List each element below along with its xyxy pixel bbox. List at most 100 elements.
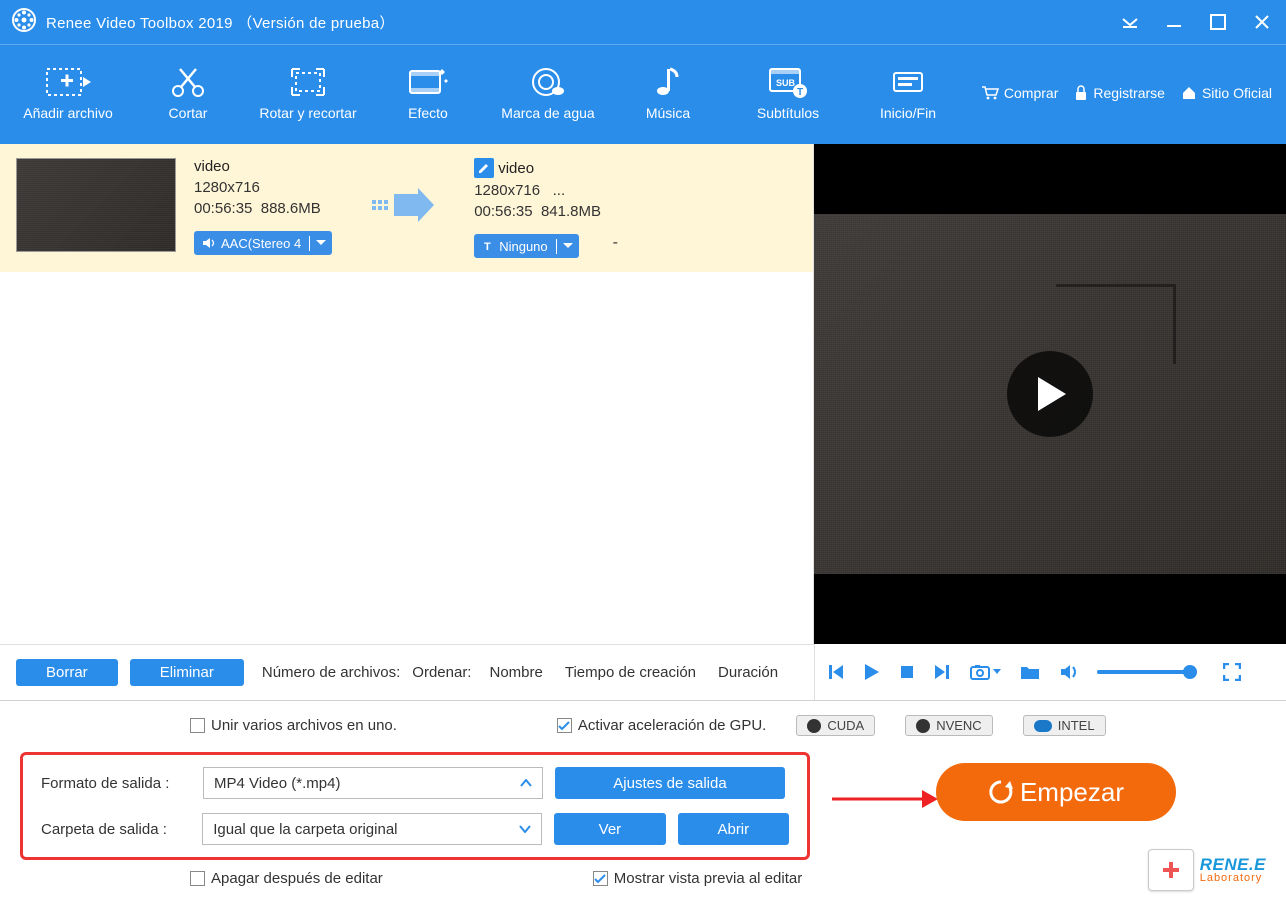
source-duration-size: 00:56:35 888.6MB [194,200,332,217]
bottom-panel: Unir varios archivos en uno. Activar ace… [0,700,1286,897]
tool-label: Efecto [408,105,448,121]
buy-link[interactable]: Comprar [981,85,1058,101]
file-list-pane: video 1280x716 00:56:35 888.6MB AAC(Ster… [0,144,814,644]
lock-icon [1074,85,1088,101]
chevron-down-icon [310,240,332,246]
file-count-label: Número de archivos: [262,664,400,681]
tool-label: Música [646,105,690,121]
dash-label: - [593,234,638,258]
chip-nvenc: NVENC [905,715,993,736]
register-link[interactable]: Registrarse [1074,85,1165,101]
output-folder-label: Carpeta de salida : [41,821,190,838]
tool-rotate-crop[interactable]: Rotar y recortar [248,65,368,121]
tool-label: Subtítulos [757,105,819,121]
volume-slider[interactable] [1097,670,1197,674]
target-duration-size: 00:56:35 841.8MB [474,203,638,220]
preview-label: Mostrar vista previa al editar [614,870,802,887]
app-title: Renee Video Toolbox 2019 （Versión de pru… [46,12,1118,33]
sort-by-time[interactable]: Tiempo de creación [565,664,696,681]
preview-image [814,214,1286,574]
annotation-arrow-icon [830,786,940,812]
gpu-label: Activar aceleración de GPU. [578,717,766,734]
site-link[interactable]: Sitio Oficial [1181,85,1272,101]
collapse-icon[interactable] [1118,10,1142,34]
view-button[interactable]: Ver [554,813,665,845]
brand-watermark: RENE.E Laboratory [1148,849,1266,891]
output-format-combo[interactable]: MP4 Video (*.mp4) [203,767,543,799]
sort-label: Ordenar: [412,664,471,681]
tool-label: Cortar [169,105,208,121]
target-name: video [498,160,534,177]
target-info: video 1280x716 ... 00:56:35 841.8MB [474,158,638,220]
gpu-checkbox[interactable]: Activar aceleración de GPU. [557,717,766,734]
maximize-icon[interactable] [1206,10,1230,34]
fullscreen-icon[interactable] [1223,663,1241,681]
tool-subtitles[interactable]: SUBT Subtítulos [728,65,848,121]
sort-by-name[interactable]: Nombre [489,664,542,681]
window-buttons [1118,10,1274,34]
start-label: Empezar [1020,777,1124,808]
shutdown-checkbox[interactable]: Apagar después de editar [190,870,383,887]
title-bar: Renee Video Toolbox 2019 （Versión de pru… [0,0,1286,44]
chevron-down-icon [557,243,579,249]
close-icon[interactable] [1250,10,1274,34]
output-format-value: MP4 Video (*.mp4) [214,775,340,792]
tool-add-file[interactable]: Añadir archivo [8,65,128,121]
buy-label: Comprar [1004,85,1058,101]
svg-text:SUB: SUB [776,78,796,88]
subtitle-dd-value: Ninguno [499,239,547,254]
subtitle-dropdown[interactable]: T Ninguno [474,234,578,258]
delete-button[interactable]: Eliminar [130,659,244,686]
open-button[interactable]: Abrir [678,813,789,845]
open-folder-icon[interactable] [1019,663,1041,681]
edit-icon[interactable] [474,158,494,178]
audio-dropdown[interactable]: AAC(Stereo 4 [194,231,332,255]
file-thumbnail [16,158,176,252]
tool-watermark[interactable]: Marca de agua [488,65,608,121]
start-button[interactable]: Empezar [936,763,1176,821]
player-controls [814,644,1286,700]
tool-label: Añadir archivo [23,105,113,121]
tool-start-end[interactable]: Inicio/Fin [848,65,968,121]
chevron-up-icon [520,779,532,787]
tool-music[interactable]: Música [608,65,728,121]
output-format-label: Formato de salida : [41,775,191,792]
chevron-down-icon [519,825,531,833]
prev-icon[interactable] [827,663,845,681]
preview-checkbox[interactable]: Mostrar vista previa al editar [593,870,802,887]
clear-button[interactable]: Borrar [16,659,118,686]
home-icon [1181,85,1197,101]
tool-effect[interactable]: Efecto [368,65,488,121]
text-icon: T [482,240,494,252]
source-name: video [194,158,332,175]
svg-text:T: T [797,87,803,98]
stop-icon[interactable] [899,664,915,680]
volume-icon[interactable] [1059,663,1079,681]
main-toolbar: Añadir archivo Cortar Rotar y recortar E… [0,44,1286,144]
source-resolution: 1280x716 [194,179,332,196]
app-logo-icon [12,8,36,37]
next-icon[interactable] [933,663,951,681]
tool-cut[interactable]: Cortar [128,65,248,121]
brand-line1: RENE.E [1200,856,1266,873]
merge-checkbox[interactable]: Unir varios archivos en uno. [190,717,397,734]
source-info: video 1280x716 00:56:35 888.6MB [194,158,332,217]
merge-label: Unir varios archivos en uno. [211,717,397,734]
brand-badge-icon [1148,849,1194,891]
list-strip: Borrar Eliminar Número de archivos: Orde… [0,644,814,700]
audio-dd-value: AAC(Stereo 4 [221,236,301,251]
sort-by-duration[interactable]: Duración [718,664,778,681]
minimize-icon[interactable] [1162,10,1186,34]
speaker-icon [202,237,216,249]
output-folder-combo[interactable]: Igual que la carpeta original [202,813,542,845]
output-settings-box: Formato de salida : MP4 Video (*.mp4) Aj… [20,752,810,860]
sort-options: Nombre Tiempo de creación Duración [489,664,778,681]
snapshot-icon[interactable] [969,663,1001,681]
register-label: Registrarse [1093,85,1165,101]
output-folder-value: Igual que la carpeta original [213,821,397,838]
play-icon[interactable] [863,662,881,682]
file-row[interactable]: video 1280x716 00:56:35 888.6MB AAC(Ster… [0,144,813,272]
target-resolution: 1280x716 ... [474,182,638,199]
output-settings-button[interactable]: Ajustes de salida [555,767,785,799]
tool-label: Inicio/Fin [880,105,936,121]
